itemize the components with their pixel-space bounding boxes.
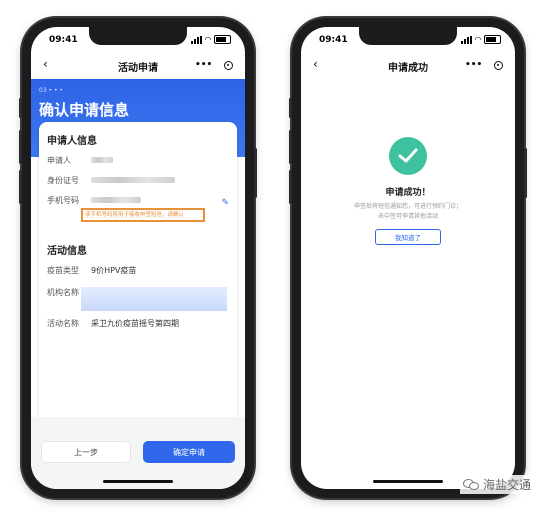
status-icons: ◠ <box>460 35 501 44</box>
mini-program-capsule: ••• <box>461 57 507 73</box>
watermark-text: 海盐交通 <box>482 478 531 492</box>
got-it-button[interactable]: 我知道了 <box>375 229 441 245</box>
volume-down-button <box>19 170 22 204</box>
status-time: 09:41 <box>319 35 348 45</box>
navbar: ‹ 活动申请 ••• <box>31 53 245 79</box>
activity-name-label: 活动名称 <box>47 319 79 328</box>
activity-name-value: 采卫九价疫苗摇号第四期 <box>91 319 179 328</box>
prev-step-button[interactable]: 上一步 <box>41 441 131 463</box>
phone-number-blurred <box>91 197 141 203</box>
navbar: ‹ 申请成功 ••• <box>301 53 515 79</box>
power-button <box>254 148 257 198</box>
id-number-label: 身份证号 <box>47 176 79 185</box>
applicant-section-title: 申请人信息 <box>47 136 97 147</box>
battery-icon <box>484 35 501 44</box>
vaccine-type-value: 9价HPV疫苗 <box>91 266 137 275</box>
success-description-line2: 未中签可申请其他活动 <box>377 213 438 220</box>
step-indicator: 03 • • • <box>39 87 63 94</box>
confirm-apply-button[interactable]: 确定申请 <box>143 441 235 463</box>
watermark: 海盐交通 <box>459 475 534 494</box>
wifi-icon: ◠ <box>204 35 211 44</box>
org-name-value-redacted <box>81 287 227 311</box>
vaccine-type-label: 疫苗类型 <box>47 266 79 275</box>
org-name-label: 机构名称 <box>47 288 79 297</box>
checkmark-icon <box>398 148 418 163</box>
status-time: 09:41 <box>49 35 78 45</box>
battery-icon <box>214 35 231 44</box>
left-screen: 09:41 ◠ ‹ 活动申请 ••• 03 • • • 确认申请信息 申请人信息… <box>31 27 245 489</box>
volume-up-button <box>289 130 292 164</box>
mute-switch <box>19 98 22 118</box>
close-target-icon[interactable] <box>224 60 233 70</box>
close-target-icon[interactable] <box>494 60 503 70</box>
volume-down-button <box>289 170 292 204</box>
mini-program-capsule: ••• <box>191 57 237 73</box>
id-number-blurred <box>91 177 175 183</box>
more-icon[interactable]: ••• <box>465 60 482 70</box>
success-check-icon <box>389 137 427 175</box>
wifi-icon: ◠ <box>474 35 481 44</box>
applicant-name-blurred <box>91 157 113 163</box>
success-description-line1: 申签后将短信通知您，可进行预约门诊； <box>353 203 462 210</box>
success-title: 申请成功！ <box>385 188 431 198</box>
edit-pencil-icon[interactable]: ✎ <box>221 198 229 208</box>
status-icons: ◠ <box>190 35 231 44</box>
home-indicator <box>103 480 173 483</box>
info-card: 申请人信息 申请人 身份证号 手机号码 ✎ 该手机号码将用于接收申签短信，请确认… <box>39 122 237 422</box>
right-phone: 09:41 ◠ ‹ 申请成功 ••• 申请成功！ 申签后将短信通知您，可进行预约… <box>289 18 527 498</box>
right-screen: 09:41 ◠ ‹ 申请成功 ••• 申请成功！ 申签后将短信通知您，可进行预约… <box>301 27 515 489</box>
home-indicator <box>373 480 443 483</box>
phone-number-label: 手机号码 <box>47 196 79 205</box>
bottom-action-bar: 上一步 确定申请 <box>31 417 245 489</box>
applicant-name-label: 申请人 <box>47 156 71 165</box>
activity-section-title: 活动信息 <box>47 246 87 257</box>
signal-icon <box>190 35 202 44</box>
notch <box>359 27 457 45</box>
page-title: 确认申请信息 <box>39 101 130 119</box>
left-phone: 09:41 ◠ ‹ 活动申请 ••• 03 • • • 确认申请信息 申请人信息… <box>19 18 257 498</box>
power-button <box>524 148 527 198</box>
phone-notice: 该手机号码将用于接收申签短信，请确认 <box>81 208 205 222</box>
notch <box>89 27 187 45</box>
wechat-icon <box>462 478 479 491</box>
signal-icon <box>460 35 472 44</box>
mute-switch <box>289 98 292 118</box>
more-icon[interactable]: ••• <box>195 60 212 70</box>
volume-up-button <box>19 130 22 164</box>
